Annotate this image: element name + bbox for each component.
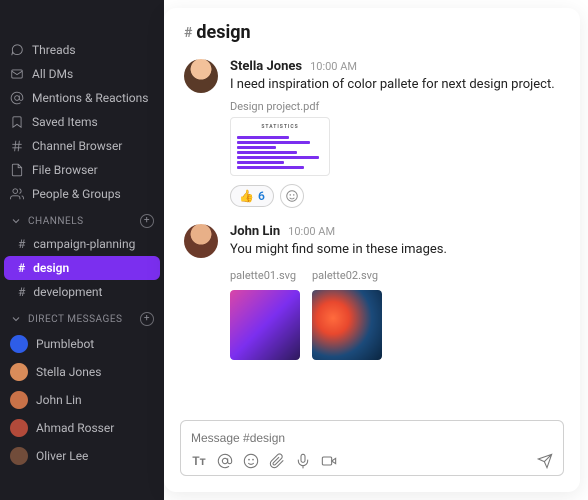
image-attachment[interactable] xyxy=(230,290,300,360)
channel-title: design xyxy=(196,22,250,43)
pdf-title: STATISTICS xyxy=(261,124,298,130)
message-time: 10:00 AM xyxy=(310,60,357,73)
dm-label: Pumblebot xyxy=(36,337,94,351)
image-attachment[interactable] xyxy=(312,290,382,360)
add-dm-button[interactable]: + xyxy=(140,312,154,326)
message: John Lin 10:00 AM You might find some in… xyxy=(184,216,560,368)
nav-label: People & Groups xyxy=(32,187,121,201)
message-list: Stella Jones 10:00 AM I need inspiration… xyxy=(164,51,580,412)
hash-icon: # xyxy=(18,261,25,275)
hash-icon: # xyxy=(18,285,25,299)
dm-label: John Lin xyxy=(36,393,82,407)
people-icon xyxy=(10,187,24,201)
sidebar: Threads All DMs Mentions & Reactions Sav… xyxy=(0,0,164,500)
formatting-button[interactable]: Tт xyxy=(191,453,207,469)
message-input[interactable] xyxy=(191,427,553,449)
chevron-down-icon xyxy=(10,215,22,227)
avatar[interactable] xyxy=(184,224,218,258)
dm-john-lin[interactable]: John Lin xyxy=(0,386,164,414)
dm-label: Ahmad Rosser xyxy=(36,421,114,435)
mic-button[interactable] xyxy=(295,453,311,469)
channel-header[interactable]: # design xyxy=(164,8,580,51)
thumbsup-icon: 👍 xyxy=(239,189,254,203)
reaction-thumbsup[interactable]: 👍 6 xyxy=(230,185,274,207)
channels-section-header[interactable]: CHANNELS + xyxy=(0,206,164,232)
attachment-filename[interactable]: Design project.pdf xyxy=(230,100,560,113)
main-panel: # design Stella Jones 10:00 AM I need in… xyxy=(164,8,580,492)
channel-label: development xyxy=(33,285,102,299)
nav-channel-browser[interactable]: Channel Browser xyxy=(0,134,164,158)
attach-button[interactable] xyxy=(269,453,285,469)
attachment-filename[interactable]: palette02.svg xyxy=(312,269,382,282)
composer-toolbar: Tт xyxy=(191,453,553,469)
reaction-count: 6 xyxy=(258,189,265,203)
message-composer[interactable]: Tт xyxy=(180,420,564,476)
avatar xyxy=(10,419,28,437)
nav-file-browser[interactable]: File Browser xyxy=(0,158,164,182)
message-text: You might find some in these images. xyxy=(230,241,560,259)
channel-campaign-planning[interactable]: # campaign-planning xyxy=(4,232,160,256)
nav-threads[interactable]: Threads xyxy=(0,38,164,62)
message-author[interactable]: John Lin xyxy=(230,224,280,239)
emoji-button[interactable] xyxy=(243,453,259,469)
nav-label: All DMs xyxy=(32,67,73,81)
hash-icon: # xyxy=(18,237,25,251)
mention-button[interactable] xyxy=(217,453,233,469)
dm-pumblebot[interactable]: Pumblebot xyxy=(0,330,164,358)
reactions: 👍 6 xyxy=(230,184,560,208)
channel-label: campaign-planning xyxy=(33,237,135,251)
dm-header-label: DIRECT MESSAGES xyxy=(28,314,122,325)
add-channel-button[interactable]: + xyxy=(140,214,154,228)
dm-oliver-lee[interactable]: Oliver Lee xyxy=(0,442,164,470)
send-button[interactable] xyxy=(537,453,553,469)
message-author[interactable]: Stella Jones xyxy=(230,59,302,74)
pdf-chart xyxy=(237,136,323,169)
pdf-attachment-preview[interactable]: STATISTICS xyxy=(230,117,330,176)
nav-label: File Browser xyxy=(32,163,98,177)
nav-label: Threads xyxy=(32,43,76,57)
nav-saved[interactable]: Saved Items xyxy=(0,110,164,134)
message: Stella Jones 10:00 AM I need inspiration… xyxy=(184,51,560,216)
attachment-filename[interactable]: palette01.svg xyxy=(230,269,300,282)
avatar xyxy=(10,363,28,381)
mentions-icon xyxy=(10,91,24,105)
message-text: I need inspiration of color pallete for … xyxy=(230,76,560,94)
video-button[interactable] xyxy=(321,453,337,469)
nav-label: Mentions & Reactions xyxy=(32,91,148,105)
dm-label: Stella Jones xyxy=(36,365,101,379)
threads-icon xyxy=(10,43,24,57)
dms-icon xyxy=(10,67,24,81)
channels-header-label: CHANNELS xyxy=(28,216,84,227)
avatar xyxy=(10,391,28,409)
bookmark-icon xyxy=(10,115,24,129)
chevron-down-icon xyxy=(10,313,22,325)
dm-stella-jones[interactable]: Stella Jones xyxy=(0,358,164,386)
nav-mentions[interactable]: Mentions & Reactions xyxy=(0,86,164,110)
channels-icon xyxy=(10,139,24,153)
add-reaction-button[interactable] xyxy=(280,184,304,208)
file-icon xyxy=(10,163,24,177)
avatar xyxy=(10,335,28,353)
nav-label: Saved Items xyxy=(32,115,98,129)
dm-section-header[interactable]: DIRECT MESSAGES + xyxy=(0,304,164,330)
nav-all-dms[interactable]: All DMs xyxy=(0,62,164,86)
hash-icon: # xyxy=(184,25,192,41)
message-time: 10:00 AM xyxy=(288,225,335,238)
channel-design[interactable]: # design xyxy=(4,256,160,280)
channel-label: design xyxy=(33,261,69,275)
avatar[interactable] xyxy=(184,59,218,93)
dm-label: Oliver Lee xyxy=(36,449,88,463)
nav-people[interactable]: People & Groups xyxy=(0,182,164,206)
nav-label: Channel Browser xyxy=(32,139,122,153)
avatar xyxy=(10,447,28,465)
dm-ahmad-rosser[interactable]: Ahmad Rosser xyxy=(0,414,164,442)
channel-development[interactable]: # development xyxy=(4,280,160,304)
